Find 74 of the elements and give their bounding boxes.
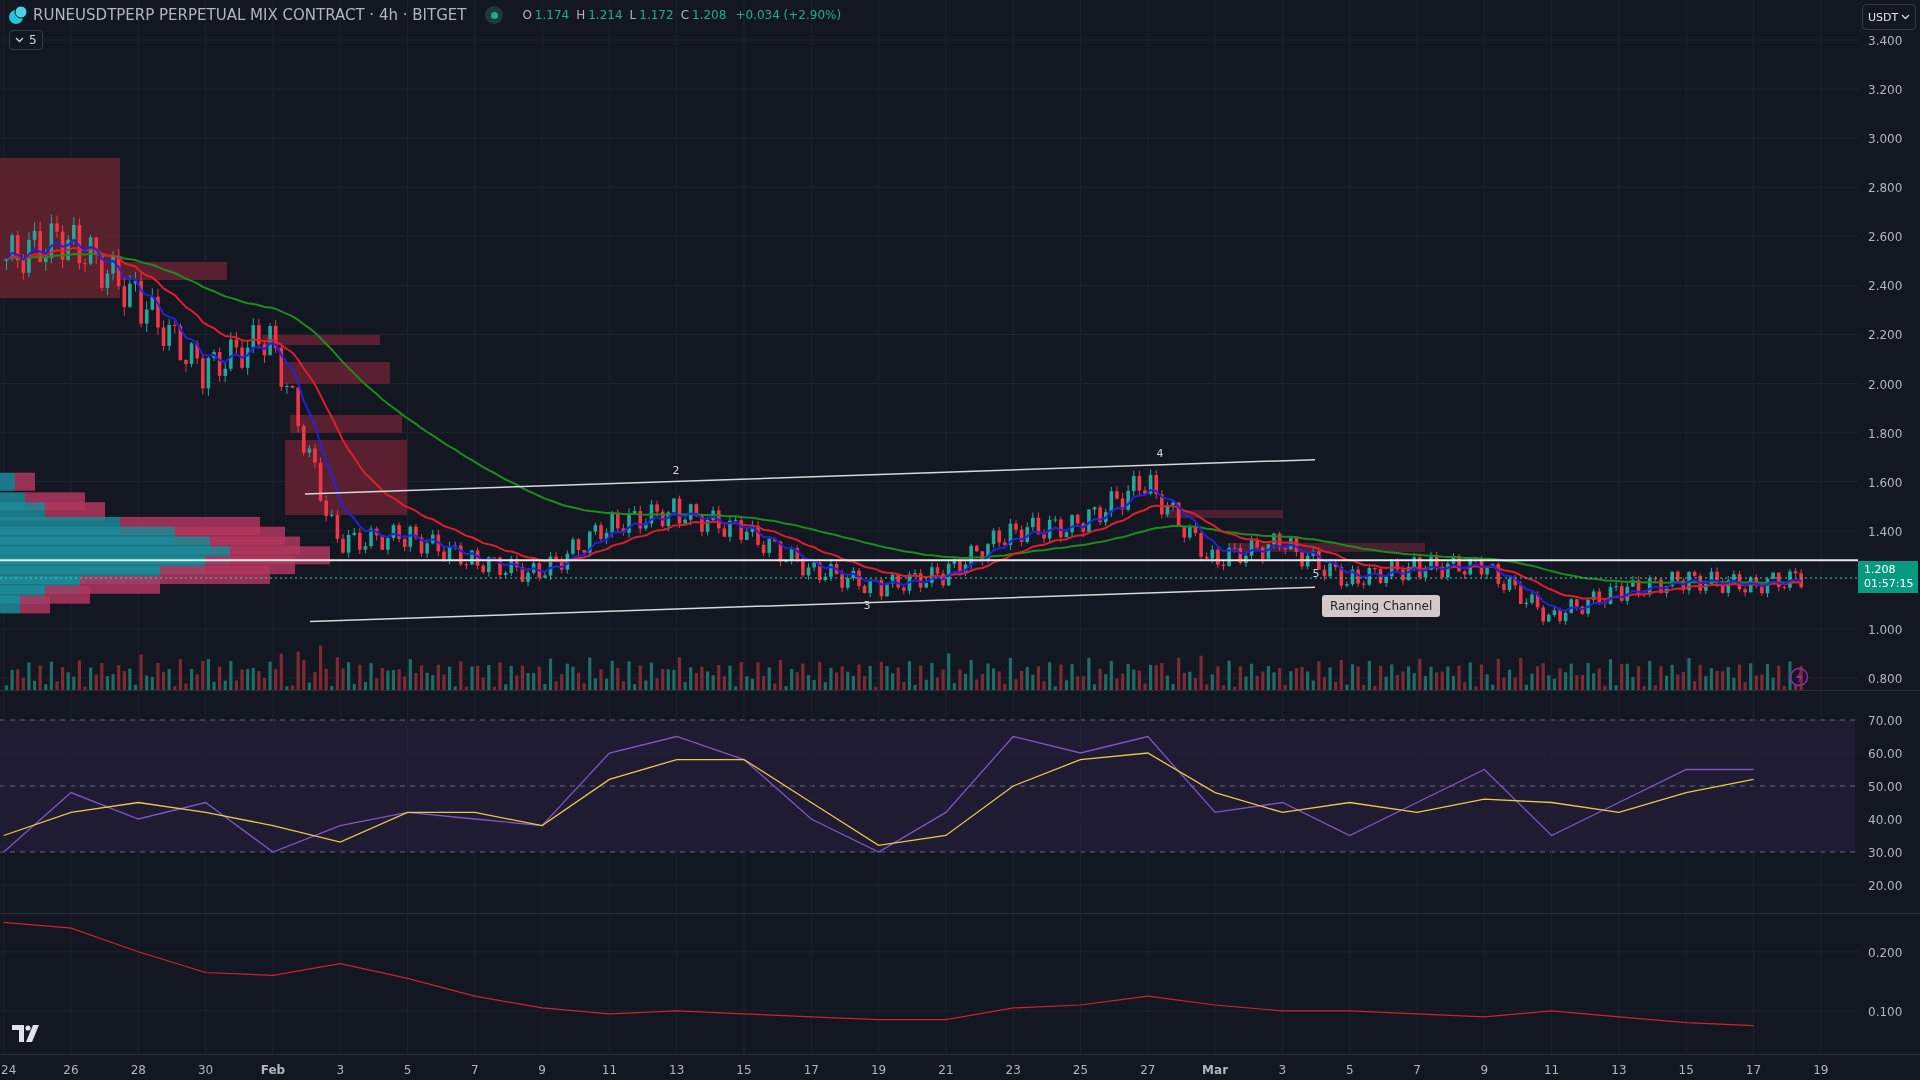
coin-logo-icon <box>8 5 28 25</box>
date-axis-label: 11 <box>1543 1063 1560 1077</box>
date-axis-label: 17 <box>1745 1063 1762 1077</box>
symbol-title[interactable]: RUNEUSDTPERP PERPETUAL MIX CONTRACT · 4h · BITGET <box>33 6 467 24</box>
date-axis-label: 9 <box>538 1063 546 1077</box>
indicators-toggle[interactable]: 5 <box>9 30 43 50</box>
price-axis-label: 1.600 <box>1868 475 1903 490</box>
date-axis-label: 23 <box>1005 1063 1021 1077</box>
date-axis-label: 28 <box>130 1063 146 1077</box>
date-axis-label: Mar <box>1202 1063 1229 1077</box>
rsi-axis-label: 30.00 <box>1868 846 1903 860</box>
rsi-axis-label: 40.00 <box>1868 813 1903 827</box>
ohlc-value: 1.208 <box>692 8 727 22</box>
wave-label: 3 <box>863 599 871 613</box>
rsi-axis-label: 60.00 <box>1868 747 1903 761</box>
rsi-axis-label: 50.00 <box>1868 780 1903 794</box>
market-status-icon <box>485 6 504 24</box>
ohlc-label: L <box>629 8 637 22</box>
date-axis-label: 19 <box>870 1063 887 1077</box>
date-axis-label: 15 <box>736 1063 752 1077</box>
bar-countdown: 01:57:15 <box>1864 577 1915 591</box>
price-axis-label: 3.200 <box>1868 83 1903 98</box>
ohlc-value: 1.214 <box>588 8 623 22</box>
date-axis-label: 9 <box>1480 1063 1489 1077</box>
price-axis-label: 0.800 <box>1868 672 1903 687</box>
last-price: 1.208 <box>1864 563 1897 577</box>
tradingview-logo-icon <box>12 1025 39 1042</box>
ohlc-label: H <box>576 8 586 22</box>
price-axis-label: 2.600 <box>1868 230 1903 245</box>
date-axis-label: 3 <box>336 1063 344 1077</box>
price-axis-label: 3.400 <box>1868 34 1903 48</box>
indicator-axis-label: 0.200 <box>1868 945 1903 960</box>
date-axis-label: 13 <box>1611 1063 1627 1077</box>
date-axis-label: 24 <box>1 1063 17 1077</box>
chevron-icon <box>15 37 24 43</box>
price-change: +0.034 (+2.90%) <box>735 8 842 22</box>
date-axis-label: 11 <box>601 1063 618 1077</box>
date-axis-label: 15 <box>1678 1063 1694 1077</box>
price-axis-label: 2.200 <box>1868 328 1903 343</box>
ohlc-value: 1.174 <box>534 8 570 22</box>
date-axis-label: Feb <box>260 1063 286 1077</box>
price-axis-label: 1.000 <box>1868 622 1903 637</box>
date-axis-label: 27 <box>1140 1063 1156 1077</box>
date-axis-label: 5 <box>1345 1063 1354 1077</box>
rsi-axis-label: 20.00 <box>1868 879 1903 893</box>
price-axis-label: 2.800 <box>1868 181 1903 196</box>
price-axis-label: 3.000 <box>1868 132 1903 147</box>
ohlc-label: C <box>680 8 690 22</box>
currency-dropdown[interactable]: USDT <box>1862 4 1916 30</box>
wave-label: 5 <box>1312 567 1320 581</box>
price-axis-label: 1.400 <box>1868 524 1903 539</box>
date-axis-label: 25 <box>1072 1063 1089 1077</box>
price-axis-label: 2.000 <box>1868 377 1903 392</box>
price-axis-label: 2.400 <box>1868 279 1903 294</box>
ohlc-value: 1.172 <box>639 8 674 22</box>
date-axis-label: 13 <box>669 1063 685 1077</box>
wave-label: 4 <box>1156 447 1164 461</box>
date-axis-label: 5 <box>403 1063 412 1077</box>
price-axis-label: 1.800 <box>1868 426 1903 441</box>
date-axis-label: 19 <box>1813 1063 1829 1077</box>
date-axis-label: 21 <box>938 1063 954 1077</box>
indicator-axis-label: 0.100 <box>1868 1004 1903 1019</box>
date-axis-label: 7 <box>1413 1063 1421 1077</box>
date-axis-label: 30 <box>197 1063 214 1077</box>
rsi-axis-label: 70.00 <box>1868 714 1903 728</box>
lightning-icon[interactable] <box>1789 667 1809 687</box>
date-axis-label: 3 <box>1278 1063 1287 1077</box>
date-axis-label: 26 <box>63 1063 79 1077</box>
date-axis-label: 17 <box>803 1063 819 1077</box>
ohlc-label: O <box>522 8 532 22</box>
date-axis-label: 7 <box>471 1063 479 1077</box>
chevron-icon <box>1901 14 1910 20</box>
wave-label: 2 <box>672 464 680 478</box>
drawing-label: Ranging Channel <box>1322 595 1441 617</box>
